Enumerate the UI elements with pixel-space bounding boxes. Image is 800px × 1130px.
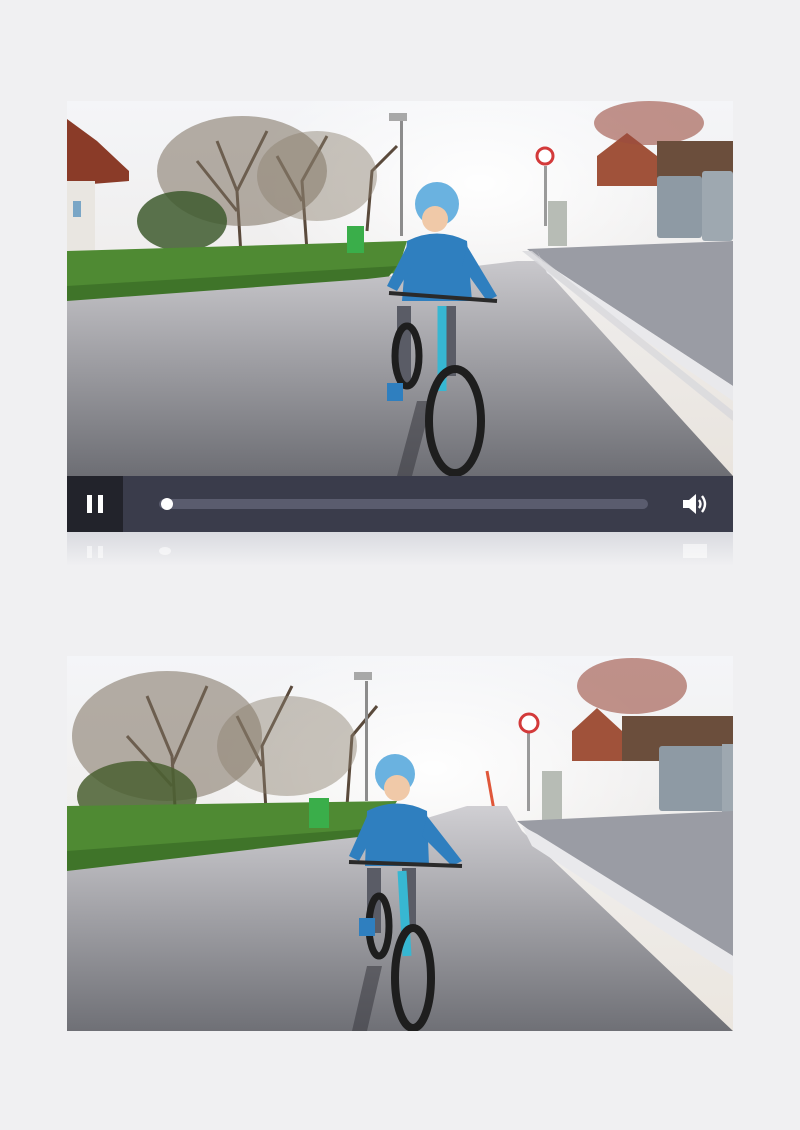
video-frame-bottom[interactable] bbox=[67, 656, 733, 1031]
pause-button[interactable] bbox=[67, 476, 123, 532]
progress-thumb[interactable] bbox=[161, 498, 173, 510]
pause-icon bbox=[87, 495, 92, 513]
video-frame-top[interactable] bbox=[67, 101, 733, 476]
controls-reflection bbox=[67, 532, 733, 566]
video-still-bottom bbox=[67, 656, 733, 1031]
progress-track[interactable] bbox=[159, 498, 648, 510]
volume-icon[interactable] bbox=[681, 491, 709, 517]
video-still-top bbox=[67, 101, 733, 476]
video-controls bbox=[67, 476, 733, 532]
